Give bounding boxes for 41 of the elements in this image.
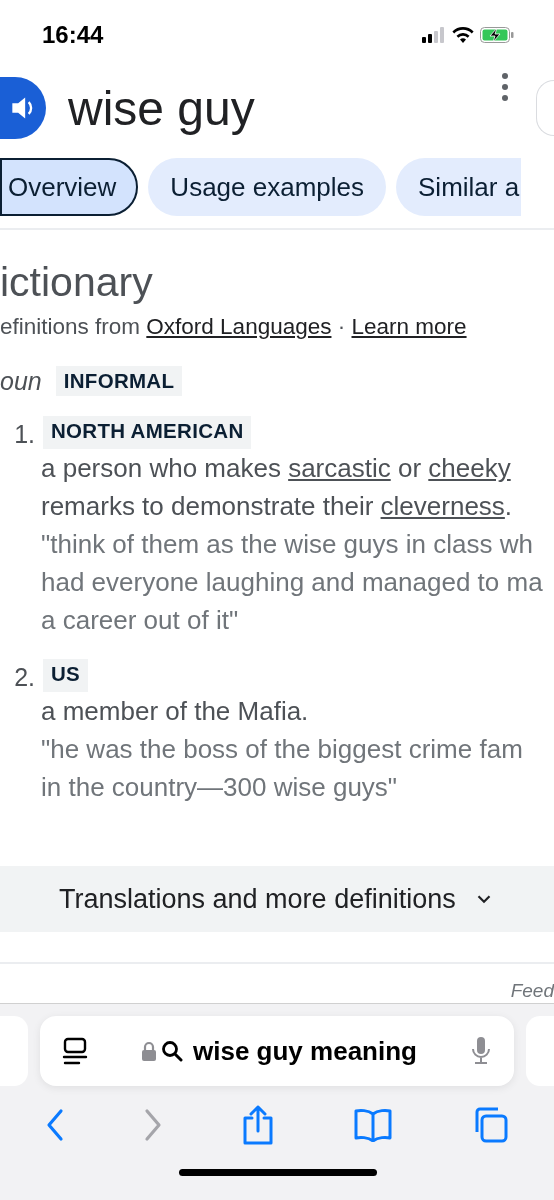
separator-dot: ·	[337, 314, 346, 339]
sense-number: 1.	[13, 419, 36, 449]
region-label: US	[43, 659, 89, 692]
register-label: INFORMAL	[55, 366, 183, 396]
word-link[interactable]: sarcastic	[288, 453, 391, 483]
signal-icon	[422, 27, 446, 43]
forward-icon[interactable]	[143, 1108, 163, 1142]
reader-icon[interactable]	[62, 1037, 88, 1065]
sense-number: 2.	[13, 662, 36, 692]
section-heading: ictionary	[0, 258, 154, 306]
word-link[interactable]: cleverness	[380, 491, 505, 521]
definition-text: a person who makes sarcastic or cheeky remarks to demonstrate their cleverness.	[41, 452, 514, 523]
back-icon[interactable]	[45, 1108, 65, 1142]
battery-charging-icon	[480, 27, 514, 43]
translations-button[interactable]: Translations and more definitions	[0, 866, 554, 932]
microphone-icon[interactable]	[470, 1036, 492, 1066]
status-time: 16:44	[42, 21, 105, 49]
word-link[interactable]: cheeky	[428, 453, 511, 483]
region-label: NORTH AMERICAN	[43, 416, 252, 449]
speaker-button[interactable]	[0, 77, 46, 139]
search-icon	[161, 1040, 183, 1062]
chevron-down-icon	[475, 893, 492, 905]
share-icon[interactable]	[241, 1104, 275, 1146]
example-sentence: "think of them as the wise guys in class wh had everyone laughing and managed to ma a career out of it"	[41, 528, 544, 637]
tab[interactable]: Similar a	[396, 158, 522, 216]
source-text: efinitions from	[0, 314, 141, 339]
wifi-icon	[452, 27, 474, 43]
definition-text: a member of the Mafia.	[41, 695, 310, 728]
address-text: wise guy meaning	[193, 1035, 417, 1067]
lock-icon	[141, 1040, 157, 1062]
learn-more-link[interactable]: Learn more	[351, 314, 467, 339]
word-title: wise guy	[68, 80, 256, 136]
part-of-speech: oun	[0, 366, 42, 396]
tab[interactable]: Usage examples	[148, 158, 386, 216]
bookmarks-icon[interactable]	[353, 1108, 393, 1142]
tab[interactable]: Overview	[0, 158, 139, 216]
feedback-link[interactable]: Feed	[510, 980, 554, 1001]
source-link[interactable]: Oxford Languages	[146, 314, 332, 339]
more-options-icon[interactable]	[500, 72, 510, 102]
example-sentence: "he was the boss of the biggest crime fam in the country—300 wise guys"	[41, 733, 524, 804]
address-bar[interactable]: wise guy meaning	[40, 1016, 514, 1086]
